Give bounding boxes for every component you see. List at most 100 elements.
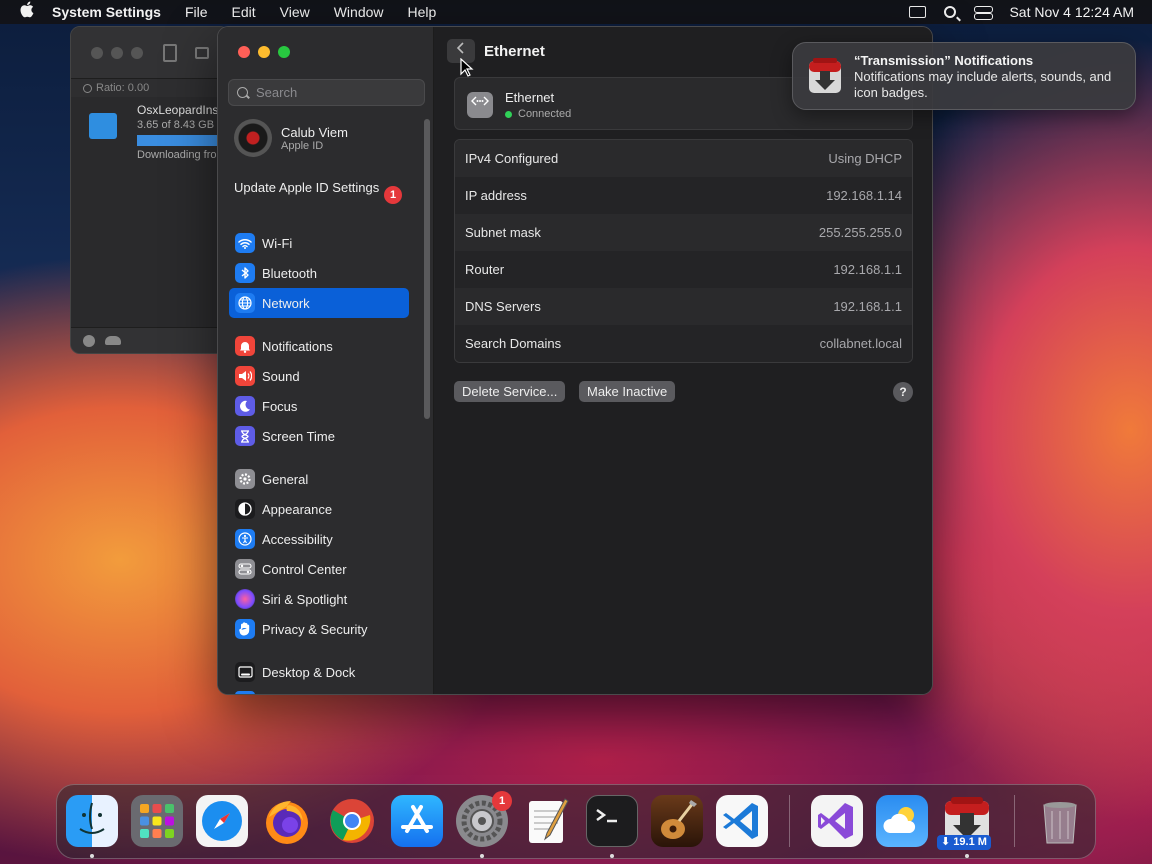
- close-dot-inactive[interactable]: [91, 46, 103, 59]
- sidebar-scrollbar[interactable]: [424, 119, 430, 419]
- row-label: IP address: [465, 188, 527, 203]
- minimize-button[interactable]: [258, 46, 270, 58]
- notification-body: Notifications may include alerts, sounds…: [854, 69, 1112, 100]
- transmission-status-bar: [71, 327, 229, 353]
- update-apple-id-settings[interactable]: Update Apple ID Settings: [234, 180, 409, 196]
- safari-icon[interactable]: [196, 795, 248, 847]
- zoom-button[interactable]: [278, 46, 290, 58]
- gear-icon: [235, 469, 255, 489]
- sidebar-item-general[interactable]: General: [229, 464, 409, 494]
- apple-id-account[interactable]: Calub Viem Apple ID: [234, 119, 348, 157]
- minimize-dot-inactive[interactable]: [111, 46, 123, 59]
- apple-menu-icon[interactable]: [0, 1, 52, 23]
- hand-icon: [235, 619, 255, 639]
- sidebar-item-notifications[interactable]: Notifications: [229, 331, 409, 361]
- ratio-label: Ratio: 0.00: [71, 79, 229, 97]
- terminal-icon[interactable]: [586, 795, 638, 847]
- search-icon: [237, 87, 248, 98]
- dock: 1 ⬇ 19.1 M: [56, 784, 1096, 859]
- search-input[interactable]: [256, 85, 416, 100]
- wifi-icon: [235, 233, 255, 253]
- turtle-icon[interactable]: [105, 336, 121, 345]
- visual-studio-icon[interactable]: [811, 795, 863, 847]
- sidebar-item-accessibility[interactable]: Accessibility: [229, 524, 409, 554]
- dock-separator: [789, 795, 790, 847]
- sidebar-item-network[interactable]: Network: [229, 288, 409, 318]
- zoom-dot-inactive[interactable]: [131, 46, 143, 59]
- row-value: Using DHCP: [828, 151, 902, 166]
- menu-bar: System Settings File Edit View Window He…: [0, 0, 1152, 24]
- row-label: Search Domains: [465, 336, 562, 351]
- sidebar-item-label: Appearance: [262, 501, 333, 517]
- network-info-table: IPv4 Configured Using DHCP IP address 19…: [454, 139, 913, 363]
- sidebar-item-siri-spotlight[interactable]: Siri & Spotlight: [229, 584, 409, 614]
- weather-icon[interactable]: [876, 795, 928, 847]
- menu-window[interactable]: Window: [322, 4, 396, 20]
- close-button[interactable]: [238, 46, 250, 58]
- sidebar-item-label: Privacy & Security: [262, 621, 368, 637]
- trash-icon[interactable]: [1034, 795, 1086, 847]
- siri-icon: [235, 589, 255, 609]
- sidebar-search[interactable]: [228, 79, 425, 106]
- sidebar-item-control-center[interactable]: Control Center: [229, 554, 409, 584]
- sidebar-item-screen-time[interactable]: Screen Time: [229, 421, 409, 451]
- open-torrent-icon[interactable]: [163, 43, 177, 62]
- menu-clock[interactable]: Sat Nov 4 12:24 AM: [1009, 4, 1134, 20]
- row-label: Router: [465, 262, 505, 277]
- sidebar-item-partial: [235, 691, 255, 694]
- firefox-icon[interactable]: [261, 795, 313, 847]
- table-row: IP address 192.168.1.14: [455, 177, 912, 214]
- table-row: Router 192.168.1.1: [455, 251, 912, 288]
- delete-service-button[interactable]: Delete Service...: [454, 381, 566, 402]
- sidebar-item-bluetooth[interactable]: Bluetooth: [229, 258, 409, 288]
- menu-app-name[interactable]: System Settings: [52, 4, 173, 20]
- menu-file[interactable]: File: [173, 4, 220, 20]
- torrent-status: Downloading fro: [137, 149, 217, 161]
- sidebar-item-label: Control Center: [262, 561, 347, 577]
- sidebar-item-focus[interactable]: Focus: [229, 391, 409, 421]
- dock-icon: [235, 662, 255, 682]
- sidebar-item-desktop-dock[interactable]: Desktop & Dock: [229, 657, 409, 687]
- torrent-row[interactable]: OsxLeopardIns 3.65 of 8.43 GB Downloadin…: [71, 97, 229, 163]
- sidebar-item-label: Notifications: [262, 338, 333, 354]
- action-menu-icon[interactable]: [83, 334, 95, 347]
- transmission-window[interactable]: Ratio: 0.00 OsxLeopardIns 3.65 of 8.43 G…: [70, 26, 230, 354]
- launchpad-icon[interactable]: [131, 795, 183, 847]
- sidebar-item-label: Wi-Fi: [262, 235, 293, 251]
- sidebar-item-wifi[interactable]: Wi-Fi: [229, 228, 409, 258]
- status-dot: [505, 110, 512, 118]
- make-inactive-button[interactable]: Make Inactive: [579, 381, 676, 402]
- sidebar-item-label: General: [262, 471, 309, 487]
- notification-title: “Transmission” Notifications: [854, 53, 1034, 68]
- chrome-icon[interactable]: [326, 795, 378, 847]
- sidebar-item-label: Focus: [262, 398, 298, 414]
- account-sub: Apple ID: [281, 139, 324, 152]
- vscode-icon[interactable]: [716, 795, 768, 847]
- folder-icon[interactable]: [195, 46, 209, 59]
- control-center-icon[interactable]: [974, 5, 994, 20]
- menu-view[interactable]: View: [268, 4, 322, 20]
- sidebar-item-sound[interactable]: Sound: [229, 361, 409, 391]
- transmission-running-indicator: [965, 854, 969, 858]
- textedit-icon[interactable]: [521, 795, 573, 847]
- menu-help[interactable]: Help: [396, 4, 449, 20]
- sidebar-item-appearance[interactable]: Appearance: [229, 494, 409, 524]
- screen-mirroring-icon[interactable]: [909, 6, 927, 18]
- account-name: Calub Viem: [281, 124, 348, 140]
- row-label: DNS Servers: [465, 299, 541, 314]
- finder-running-indicator: [90, 854, 94, 858]
- garageband-icon[interactable]: [651, 795, 703, 847]
- row-value: 192.168.1.1: [833, 299, 902, 314]
- help-button[interactable]: ?: [893, 382, 913, 402]
- transmission-app-icon: [809, 58, 841, 93]
- ethernet-icon: [467, 92, 493, 118]
- notification-banner[interactable]: “Transmission” Notifications Notificatio…: [792, 42, 1136, 110]
- mouse-cursor-icon: [460, 58, 474, 77]
- app-store-icon[interactable]: [391, 795, 443, 847]
- system-settings-running-indicator: [480, 854, 484, 858]
- spotlight-search-icon[interactable]: [944, 6, 957, 18]
- sidebar-item-privacy-security[interactable]: Privacy & Security: [229, 614, 409, 644]
- menu-edit[interactable]: Edit: [220, 4, 268, 20]
- sidebar-item-label: Desktop & Dock: [262, 664, 356, 680]
- finder-icon[interactable]: [66, 795, 118, 847]
